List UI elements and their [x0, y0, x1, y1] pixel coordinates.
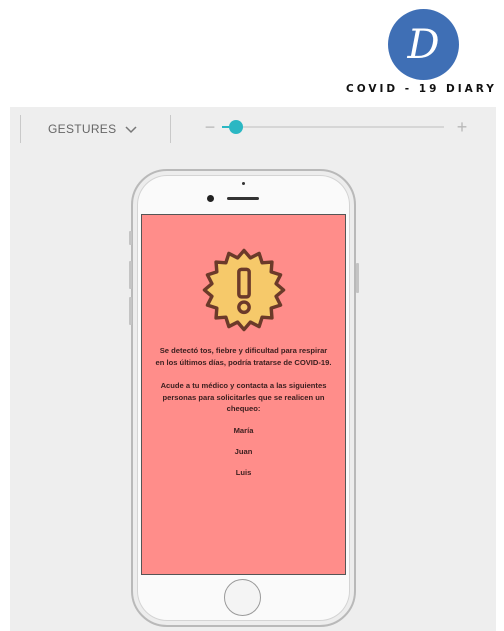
zoom-slider-fill [222, 126, 229, 128]
phone-speaker [227, 197, 259, 200]
prototype-preview-panel: GESTURES − + Se detectó tos, fiebre y di… [10, 107, 496, 631]
phone-home-button[interactable] [224, 579, 261, 616]
phone-side-button [356, 263, 359, 293]
zoom-slider-track[interactable] [222, 126, 444, 128]
gestures-label: GESTURES [48, 122, 117, 136]
phone-mockup: Se detectó tos, fiebre y dificultad para… [129, 169, 359, 627]
contact-instructions: Acude a tu médico y contacta a las sigui… [160, 381, 327, 413]
contact-list: María Juan Luis [234, 426, 254, 489]
contact-name: María [233, 425, 254, 435]
contact-name: Luis [235, 467, 252, 477]
zoom-out-button[interactable]: − [202, 117, 218, 137]
phone-side-button [129, 297, 132, 325]
logo-wordmark: COVID - 19 DIARY [346, 83, 497, 95]
toolbar-divider [20, 115, 21, 143]
app-logo: D [388, 9, 459, 80]
chevron-down-icon [125, 126, 137, 134]
phone-side-button [129, 261, 132, 289]
zoom-slider-handle[interactable] [228, 120, 243, 134]
logo-letter: D [407, 21, 440, 68]
diagnosis-message: Se detectó tos, fiebre y dificultad para… [155, 346, 332, 367]
contact-name: Juan [234, 446, 253, 456]
preview-toolbar: GESTURES − + [10, 107, 496, 151]
zoom-in-button[interactable]: + [454, 117, 470, 137]
phone-camera [207, 195, 214, 202]
phone-screen: Se detectó tos, fiebre y dificultad para… [141, 214, 346, 575]
gestures-dropdown[interactable]: GESTURES [48, 119, 138, 139]
phone-sensor [242, 182, 245, 185]
phone-side-button [129, 231, 132, 245]
alert-badge-icon [202, 248, 285, 332]
toolbar-divider [170, 115, 171, 143]
